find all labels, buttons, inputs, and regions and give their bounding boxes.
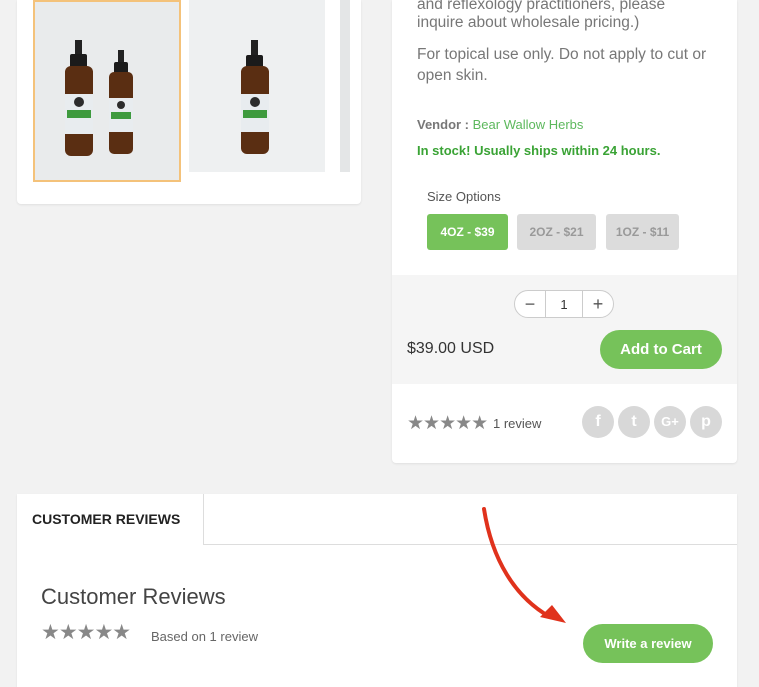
description-line: inquire about wholesale pricing.) [417, 14, 640, 31]
write-review-button[interactable]: Write a review [583, 624, 713, 663]
facebook-share-icon[interactable]: f [582, 406, 614, 438]
twitter-share-icon[interactable]: t [618, 406, 650, 438]
tab-customer-reviews[interactable]: CUSTOMER REVIEWS [17, 494, 204, 545]
add-to-cart-button[interactable]: Add to Cart [600, 330, 722, 369]
product-info-card: and reflexology practitioners, please in… [392, 0, 737, 463]
reviews-star-rating: ★★★★★ [41, 620, 131, 645]
size-option-2oz[interactable]: 2OZ - $21 [517, 214, 596, 250]
quantity-increase-button[interactable]: + [582, 291, 613, 317]
product-thumbnail-1[interactable] [33, 0, 181, 182]
red-arrow-annotation [482, 507, 566, 623]
stock-status: In stock! Usually ships within 24 hours. [417, 143, 661, 158]
quantity-stepper: − + [514, 290, 614, 318]
reviews-section: CUSTOMER REVIEWS Customer Reviews ★★★★★ … [17, 494, 737, 687]
topical-note-line: open skin. [417, 67, 488, 84]
googleplus-share-icon[interactable]: G+ [654, 406, 686, 438]
review-count-link[interactable]: 1 review [493, 416, 541, 431]
product-gallery [17, 0, 361, 204]
quantity-input[interactable] [545, 291, 583, 317]
product-thumbnail-2[interactable] [189, 0, 325, 172]
rating-stars[interactable]: ★★★★★ [407, 412, 488, 435]
size-options-label: Size Options [427, 189, 501, 204]
pinterest-share-icon[interactable]: p [690, 406, 722, 438]
topical-note-line: For topical use only. Do not apply to cu… [417, 46, 707, 63]
size-option-4oz[interactable]: 4OZ - $39 [427, 214, 508, 250]
cart-area: − + $39.00 USD Add to Cart [392, 275, 737, 384]
reviews-summary-text: Based on 1 review [151, 629, 258, 644]
size-option-1oz[interactable]: 1OZ - $11 [606, 214, 679, 250]
vendor-info: Vendor : Bear Wallow Herbs [417, 117, 583, 132]
quantity-decrease-button[interactable]: − [515, 291, 546, 317]
reviews-heading: Customer Reviews [41, 584, 226, 609]
star-rating-icon: ★★★★★ [41, 621, 131, 644]
product-price: $39.00 USD [407, 340, 495, 357]
vendor-label: Vendor : [417, 117, 470, 132]
vendor-link[interactable]: Bear Wallow Herbs [473, 117, 584, 132]
product-thumbnail-3[interactable] [339, 0, 350, 172]
star-rating-icon: ★★★★★ [407, 413, 488, 434]
